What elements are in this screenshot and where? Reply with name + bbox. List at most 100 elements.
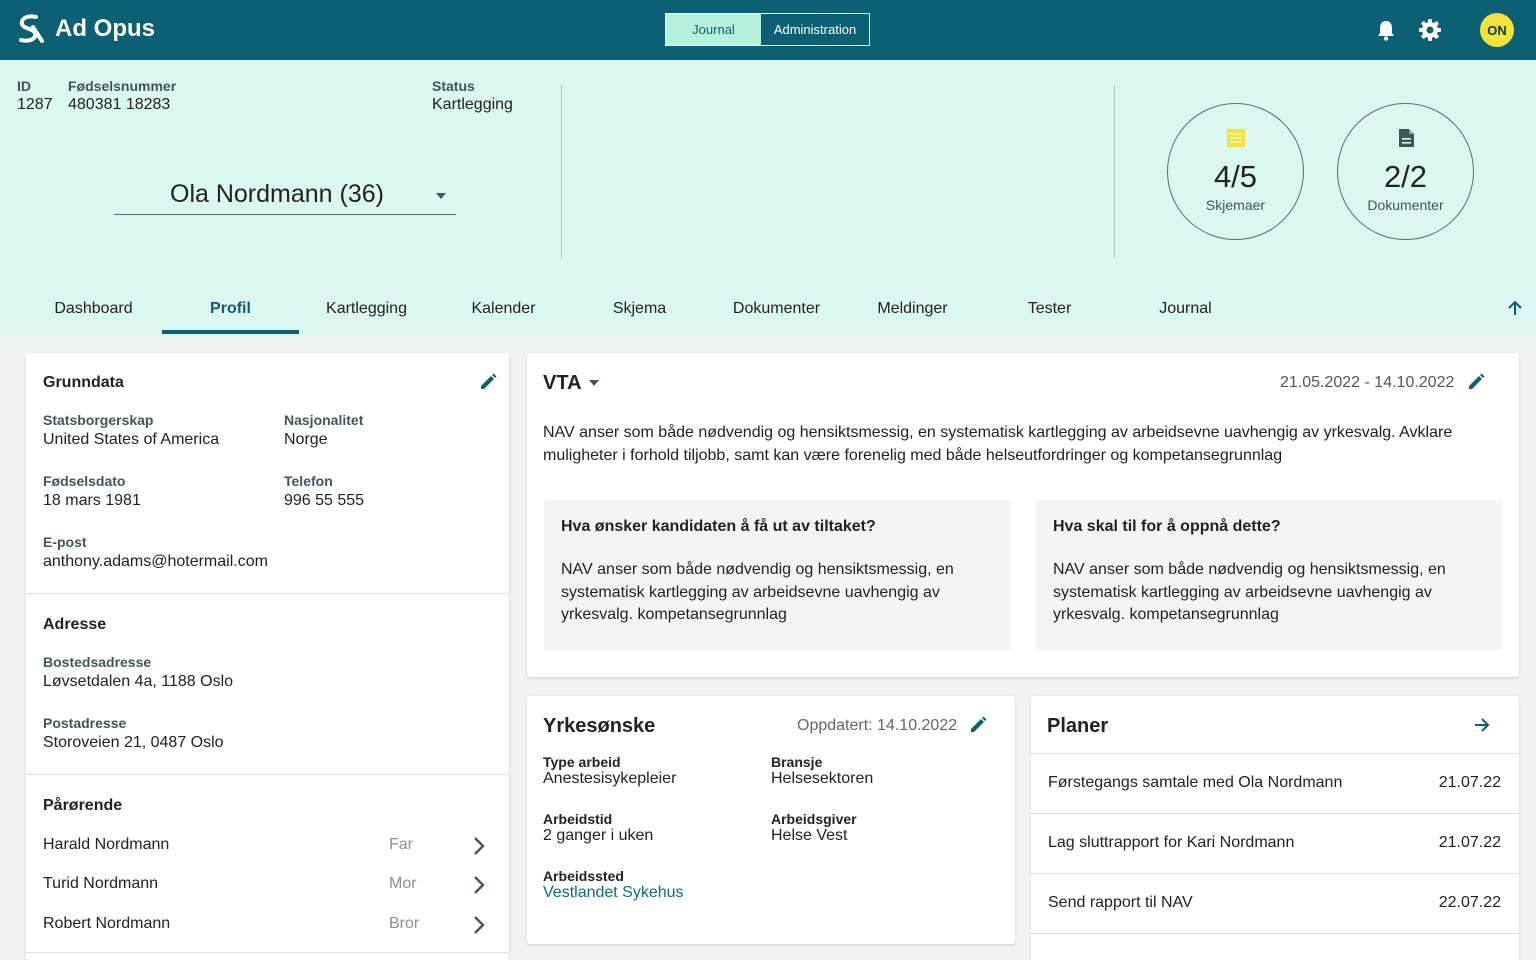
status-value: Kartlegging (432, 96, 513, 113)
arbeidsgiver-field: Arbeidsgiver Helse Vest (771, 811, 857, 845)
gear-icon[interactable] (1418, 18, 1442, 42)
field-label: Nasjonalitet (284, 412, 364, 428)
question-box: Hva skal til for å oppnå dette? NAV anse… (1036, 500, 1503, 650)
field-value: Helsesektoren (771, 770, 874, 787)
forms-progress[interactable]: 4/5 Skjemaer (1167, 103, 1304, 240)
status-label: Status (432, 78, 475, 94)
field-value: Anestesisykepleier (543, 770, 677, 787)
postadresse-field: Postadresse Storoveien 21, 0487 Oslo (43, 715, 224, 752)
epost-field: E-post anthony.adams@hotermail.com (43, 534, 268, 571)
vta-description: NAV anser som både nødvendig og hensikts… (543, 424, 1453, 464)
arrow-right-icon[interactable] (1473, 716, 1491, 734)
pencil-icon[interactable] (479, 373, 497, 391)
field-value: 18 mars 1981 (43, 492, 141, 509)
field-value: 996 55 555 (284, 492, 365, 509)
relative-relation: Mor (389, 875, 417, 892)
header-divider (561, 85, 562, 258)
arbeidstid-field: Arbeidstid 2 ganger i uken (543, 811, 653, 845)
relative-row[interactable]: Harald Nordmann Far (26, 828, 509, 866)
document-icon (1399, 129, 1414, 147)
pencil-icon[interactable] (1467, 373, 1485, 391)
tab-tester[interactable]: Tester (981, 290, 1118, 334)
relative-name: Harald Nordmann (43, 836, 170, 853)
nasjonalitet-field: Nasjonalitet Norge (284, 412, 363, 449)
arrow-up-icon[interactable] (1506, 299, 1524, 317)
documents-label: Dokumenter (1367, 197, 1444, 213)
logo-icon (19, 14, 44, 43)
fnr-value: 480381 18283 (68, 96, 171, 113)
fnr-label: Fødselsnummer (68, 78, 177, 94)
field-value: anthony.adams@hotermail.com (43, 553, 268, 570)
answer-text: NAV anser som både nødvendig og hensikts… (1053, 561, 1446, 623)
field-label: Arbeidsgiver (771, 811, 857, 827)
field-label: Arbeidssted (543, 868, 624, 884)
plan-row[interactable]: Førstegangs samtale med Ola Nordmann 21.… (1031, 753, 1519, 812)
plan-row[interactable] (1031, 933, 1519, 960)
question-text: Hva skal til for å oppnå dette? (1053, 518, 1281, 535)
chevron-down-icon[interactable] (589, 380, 599, 386)
fodselsdato-field: Fødselsdato 18 mars 1981 (43, 473, 141, 510)
statsborgerskap-field: Statsborgerskap United States of America (43, 412, 219, 449)
person-select[interactable]: Ola Nordmann (36) (114, 180, 456, 215)
user-avatar[interactable]: ON (1480, 13, 1514, 47)
grunndata-title: Grunndata (43, 374, 124, 391)
section-divider (26, 593, 509, 594)
field-value: Løvsetdalen 4a, 1188 Oslo (43, 673, 234, 690)
tab-profil[interactable]: Profil (162, 290, 299, 334)
id-label: ID (17, 78, 31, 94)
chevron-right-icon (474, 916, 485, 934)
relative-row[interactable]: Turid Nordmann Mor (26, 867, 509, 905)
adresse-title: Adresse (43, 616, 107, 633)
field-label: Statsborgerskap (43, 412, 154, 428)
field-value: Norge (284, 431, 328, 448)
field-label: Telefon (284, 473, 333, 489)
pencil-icon[interactable] (969, 716, 987, 734)
chevron-right-icon (474, 876, 485, 894)
field-label: E-post (43, 534, 87, 550)
tab-kalender[interactable]: Kalender (435, 290, 572, 334)
bell-icon[interactable] (1376, 19, 1396, 41)
field-label: Postadresse (43, 715, 127, 731)
tab-meldinger[interactable]: Meldinger (844, 290, 981, 334)
type-arbeid-field: Type arbeid Anestesisykepleier (543, 754, 676, 788)
vta-period: 21.05.2022 - 14.10.2022 (1280, 374, 1455, 391)
top-bar: Ad Opus Journal Administration ON (0, 0, 1536, 60)
switch-administration-button[interactable]: Administration (761, 14, 869, 45)
documents-progress[interactable]: 2/2 Dokumenter (1337, 103, 1474, 240)
tab-dokumenter[interactable]: Dokumenter (708, 290, 845, 334)
person-name: Ola Nordmann (36) (170, 180, 384, 208)
yrkesonske-card: Yrkesønske Oppdatert: 14.10.2022 Type ar… (527, 696, 1015, 944)
field-value: 2 ganger i uken (543, 827, 654, 844)
plan-date: 22.07.22 (1438, 894, 1501, 911)
bransje-field: Bransje Helsesektoren (771, 754, 873, 788)
forms-label: Skjemaer (1205, 197, 1266, 213)
field-value: United States of America (43, 431, 220, 448)
yrkesonske-title: Yrkesønske (543, 715, 656, 737)
tab-kartlegging[interactable]: Kartlegging (298, 290, 435, 334)
tab-journal[interactable]: Journal (1117, 290, 1254, 334)
field-value: Storoveien 21, 0487 Oslo (43, 734, 224, 751)
field-label: Bransje (771, 754, 823, 770)
field-value: Helse Vest (771, 827, 848, 844)
plan-row[interactable]: Send rapport til NAV 22.07.22 (1031, 873, 1519, 932)
form-list-icon (1227, 129, 1245, 147)
updated-text: Oppdatert: 14.10.2022 (797, 717, 958, 734)
bostedsadresse-field: Bostedsadresse Løvsetdalen 4a, 1188 Oslo (43, 654, 233, 691)
module-switcher: Journal Administration (665, 13, 870, 46)
relative-relation: Bror (389, 915, 420, 932)
parorende-title: Pårørende (43, 797, 123, 814)
arbeidssted-field: Arbeidssted Vestlandet Sykehus (543, 868, 684, 902)
id-value: 1287 (17, 96, 53, 113)
tab-skjema[interactable]: Skjema (571, 290, 708, 334)
app-title: Ad Opus (55, 15, 155, 42)
forms-count: 4/5 (1213, 159, 1258, 194)
switch-journal-button[interactable]: Journal (666, 14, 761, 45)
vta-title[interactable]: VTA (543, 372, 582, 395)
tab-dashboard[interactable]: Dashboard (25, 290, 162, 334)
chevron-down-icon (436, 193, 446, 199)
field-label: Type arbeid (543, 754, 621, 770)
plan-row[interactable]: Lag sluttrapport for Kari Nordmann 21.07… (1031, 813, 1519, 872)
relative-row[interactable]: Robert Nordmann Bror (26, 907, 509, 945)
arbeidssted-link[interactable]: Vestlandet Sykehus (543, 884, 684, 902)
planer-title: Planer (1047, 715, 1109, 737)
